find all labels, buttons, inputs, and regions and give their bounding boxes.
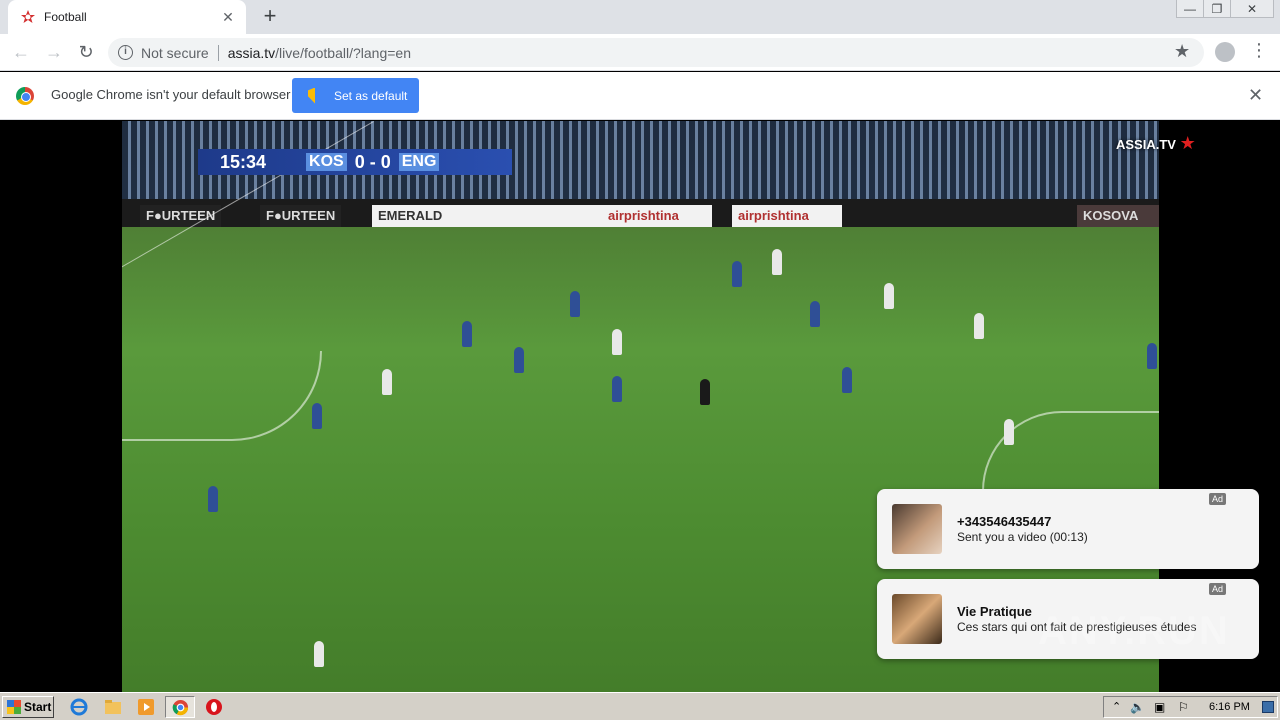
referee bbox=[700, 379, 710, 405]
tab-close-icon[interactable]: ✕ bbox=[220, 9, 236, 26]
player bbox=[810, 301, 820, 327]
chrome-logo-icon bbox=[16, 87, 34, 105]
assia-tv-logo: ASSIA.TV ★ bbox=[1116, 133, 1196, 154]
shield-icon bbox=[308, 87, 322, 104]
taskbar-chrome-active[interactable] bbox=[165, 696, 195, 718]
home-team: KOS bbox=[306, 153, 347, 171]
chrome-icon bbox=[172, 699, 189, 716]
file-explorer-icon[interactable] bbox=[104, 698, 122, 716]
new-tab-button[interactable]: + bbox=[258, 5, 282, 29]
notification-body: Sent you a video (00:13) bbox=[957, 530, 1088, 544]
away-team: ENG bbox=[398, 153, 440, 171]
infobar-message: Google Chrome isn't your default browser bbox=[51, 87, 291, 102]
player bbox=[772, 249, 782, 275]
ad-badge: Ad bbox=[1209, 583, 1227, 595]
window-controls: — ❐ ✕ bbox=[1176, 0, 1274, 18]
ad-board: EMERALD bbox=[372, 205, 602, 227]
player bbox=[570, 291, 580, 317]
player bbox=[382, 369, 392, 395]
player bbox=[314, 641, 324, 667]
ad-board: airprishtina bbox=[732, 205, 842, 227]
info-icon[interactable]: i bbox=[118, 45, 133, 60]
player bbox=[462, 321, 472, 347]
minimize-button[interactable]: — bbox=[1176, 0, 1204, 18]
ad-board: F●URTEEN bbox=[260, 205, 342, 227]
media-player-icon[interactable] bbox=[137, 698, 155, 716]
ad-notification[interactable]: Ad +343546435447 Sent you a video (00:13… bbox=[877, 489, 1259, 569]
opera-icon[interactable] bbox=[205, 698, 223, 716]
notification-title: Vie Pratique bbox=[957, 604, 1032, 619]
address-bar[interactable]: i Not secure assia.tv/live/football/?lan… bbox=[108, 38, 1204, 67]
notification-title: +343546435447 bbox=[957, 514, 1052, 529]
back-button[interactable]: ← bbox=[9, 41, 33, 65]
maximize-button[interactable]: ❐ bbox=[1203, 0, 1231, 18]
ad-badge: Ad bbox=[1209, 493, 1227, 505]
player bbox=[732, 261, 742, 287]
player bbox=[884, 283, 894, 309]
security-label[interactable]: Not secure bbox=[141, 45, 209, 61]
anyrun-watermark: ANY.RUN bbox=[1038, 609, 1230, 653]
tab-strip: Football ✕ + — ❐ ✕ bbox=[0, 0, 1280, 34]
show-desktop-icon[interactable] bbox=[1262, 701, 1274, 713]
player bbox=[612, 329, 622, 355]
tab-title: Football bbox=[44, 10, 87, 24]
scoreboard: 15:34 KOS 0 - 0 ENG bbox=[198, 149, 512, 175]
action-center-flag-icon[interactable]: ⚐ bbox=[1178, 700, 1189, 714]
reload-button[interactable]: ↻ bbox=[74, 41, 98, 65]
taskbar: Start ⌃ 🔈 ▣ ⚐ 6:16 PM bbox=[0, 692, 1280, 720]
taskbar-clock[interactable]: 6:16 PM bbox=[1209, 701, 1250, 713]
avatar bbox=[892, 504, 942, 554]
player bbox=[514, 347, 524, 373]
volume-icon[interactable]: 🔈 bbox=[1130, 700, 1145, 714]
ad-board: airprishtina bbox=[602, 205, 712, 227]
chrome-menu-icon[interactable]: ⋮ bbox=[1250, 40, 1268, 61]
default-browser-infobar: Google Chrome isn't your default browser… bbox=[0, 72, 1280, 120]
player bbox=[974, 313, 984, 339]
tray-expand-icon[interactable]: ⌃ bbox=[1112, 700, 1121, 713]
ad-board: KOSOVA bbox=[1077, 205, 1159, 227]
bookmark-star-icon[interactable]: ★ bbox=[1174, 41, 1190, 62]
star-icon: ★ bbox=[1179, 133, 1196, 153]
player bbox=[208, 486, 218, 512]
windows-flag-icon bbox=[7, 700, 21, 714]
assia-favicon-icon bbox=[21, 10, 35, 23]
address-separator bbox=[217, 44, 219, 61]
start-button[interactable]: Start bbox=[2, 696, 54, 718]
url-host[interactable]: assia.tv bbox=[228, 45, 275, 61]
player bbox=[312, 403, 322, 429]
player bbox=[1004, 419, 1014, 445]
match-score: 0 - 0 bbox=[354, 151, 391, 172]
set-as-default-button[interactable]: Set as default bbox=[292, 78, 419, 113]
system-tray: ⌃ 🔈 ▣ ⚐ 6:16 PM bbox=[1103, 696, 1278, 718]
player bbox=[612, 376, 622, 402]
infobar-close-icon[interactable]: ✕ bbox=[1248, 85, 1263, 106]
match-clock: 15:34 bbox=[220, 151, 267, 172]
profile-avatar-icon[interactable] bbox=[1215, 42, 1235, 62]
start-label: Start bbox=[24, 700, 52, 714]
pitch-arc bbox=[122, 351, 322, 441]
url-path[interactable]: /live/football/?lang=en bbox=[275, 45, 411, 61]
set-as-default-label: Set as default bbox=[334, 88, 408, 103]
player bbox=[842, 367, 852, 393]
tab-football[interactable]: Football ✕ bbox=[8, 0, 246, 34]
logo-text: ASSIA.TV bbox=[1116, 137, 1176, 152]
internet-explorer-icon[interactable] bbox=[70, 698, 88, 716]
forward-button[interactable]: → bbox=[42, 41, 66, 65]
avatar bbox=[892, 594, 942, 644]
close-window-button[interactable]: ✕ bbox=[1230, 0, 1274, 18]
browser-toolbar: ← → ↻ i Not secure assia.tv/live/footbal… bbox=[0, 34, 1280, 71]
network-icon[interactable]: ▣ bbox=[1154, 700, 1165, 714]
player bbox=[1147, 343, 1157, 369]
